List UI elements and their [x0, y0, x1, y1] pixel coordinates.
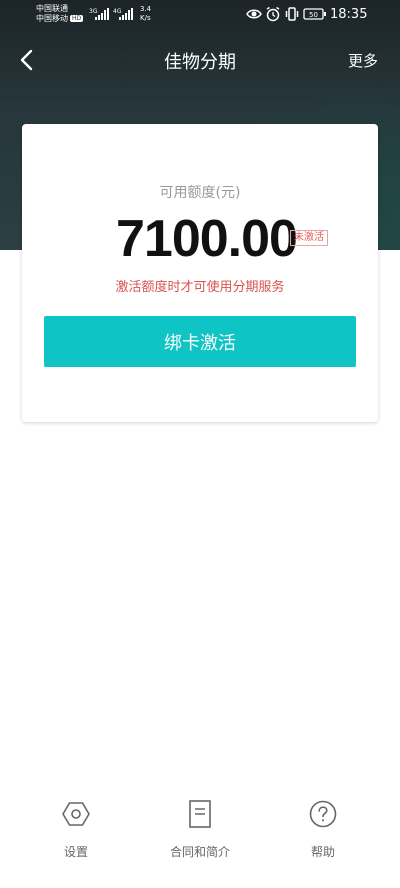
bottom-nav-help[interactable]: 帮助	[273, 790, 373, 870]
battery-icon: 50	[303, 8, 326, 20]
bottom-nav-settings[interactable]: 设置	[26, 790, 126, 870]
bottom-nav-settings-label: 设置	[63, 845, 88, 859]
carrier-1-label: 中国联通	[36, 4, 68, 13]
available-credit-label: 可用额度(元)	[159, 185, 241, 201]
vibrate-icon	[285, 7, 299, 21]
credit-card-panel: 可用额度(元) 7100.00 未激活 激活额度时才可使用分期服务 绑卡激活	[22, 124, 378, 422]
help-icon	[309, 800, 337, 828]
network-speed: 3.4 K/s	[140, 5, 160, 23]
bottom-nav-contract-label: 合同和简介	[169, 845, 230, 859]
status-badge: 未激活	[290, 230, 328, 246]
document-icon	[189, 800, 211, 828]
bind-card-activate-button[interactable]: 绑卡激活	[44, 316, 356, 367]
bottom-nav-help-label: 帮助	[310, 845, 335, 859]
clock-time: 18:35	[330, 7, 368, 22]
speed-unit: K/s	[140, 14, 151, 22]
bottom-nav-contract[interactable]: 合同和简介	[150, 790, 250, 870]
hd-badge: HD	[70, 15, 84, 22]
more-button[interactable]: 更多	[348, 50, 378, 71]
signal-2-icon	[119, 8, 133, 20]
signal-1-icon	[95, 8, 109, 20]
bottom-nav: 设置 合同和简介 帮助	[0, 790, 400, 888]
eye-icon	[246, 9, 262, 19]
alarm-icon	[266, 6, 280, 22]
status-bar: 中国联通 中国移动 HD 3G 4G 3.4 K/s 50 18:35	[0, 0, 400, 30]
back-arrow-icon[interactable]	[14, 46, 42, 74]
speed-value: 3.4	[140, 5, 152, 13]
carrier-2-label: 中国移动	[36, 14, 68, 23]
settings-hexagon-icon	[62, 802, 90, 826]
carrier-2-row: 中国移动 HD	[36, 14, 84, 23]
activation-hint: 激活额度时才可使用分期服务	[115, 280, 285, 295]
credit-amount: 7100.00	[116, 210, 298, 268]
battery-level: 50	[309, 11, 318, 19]
